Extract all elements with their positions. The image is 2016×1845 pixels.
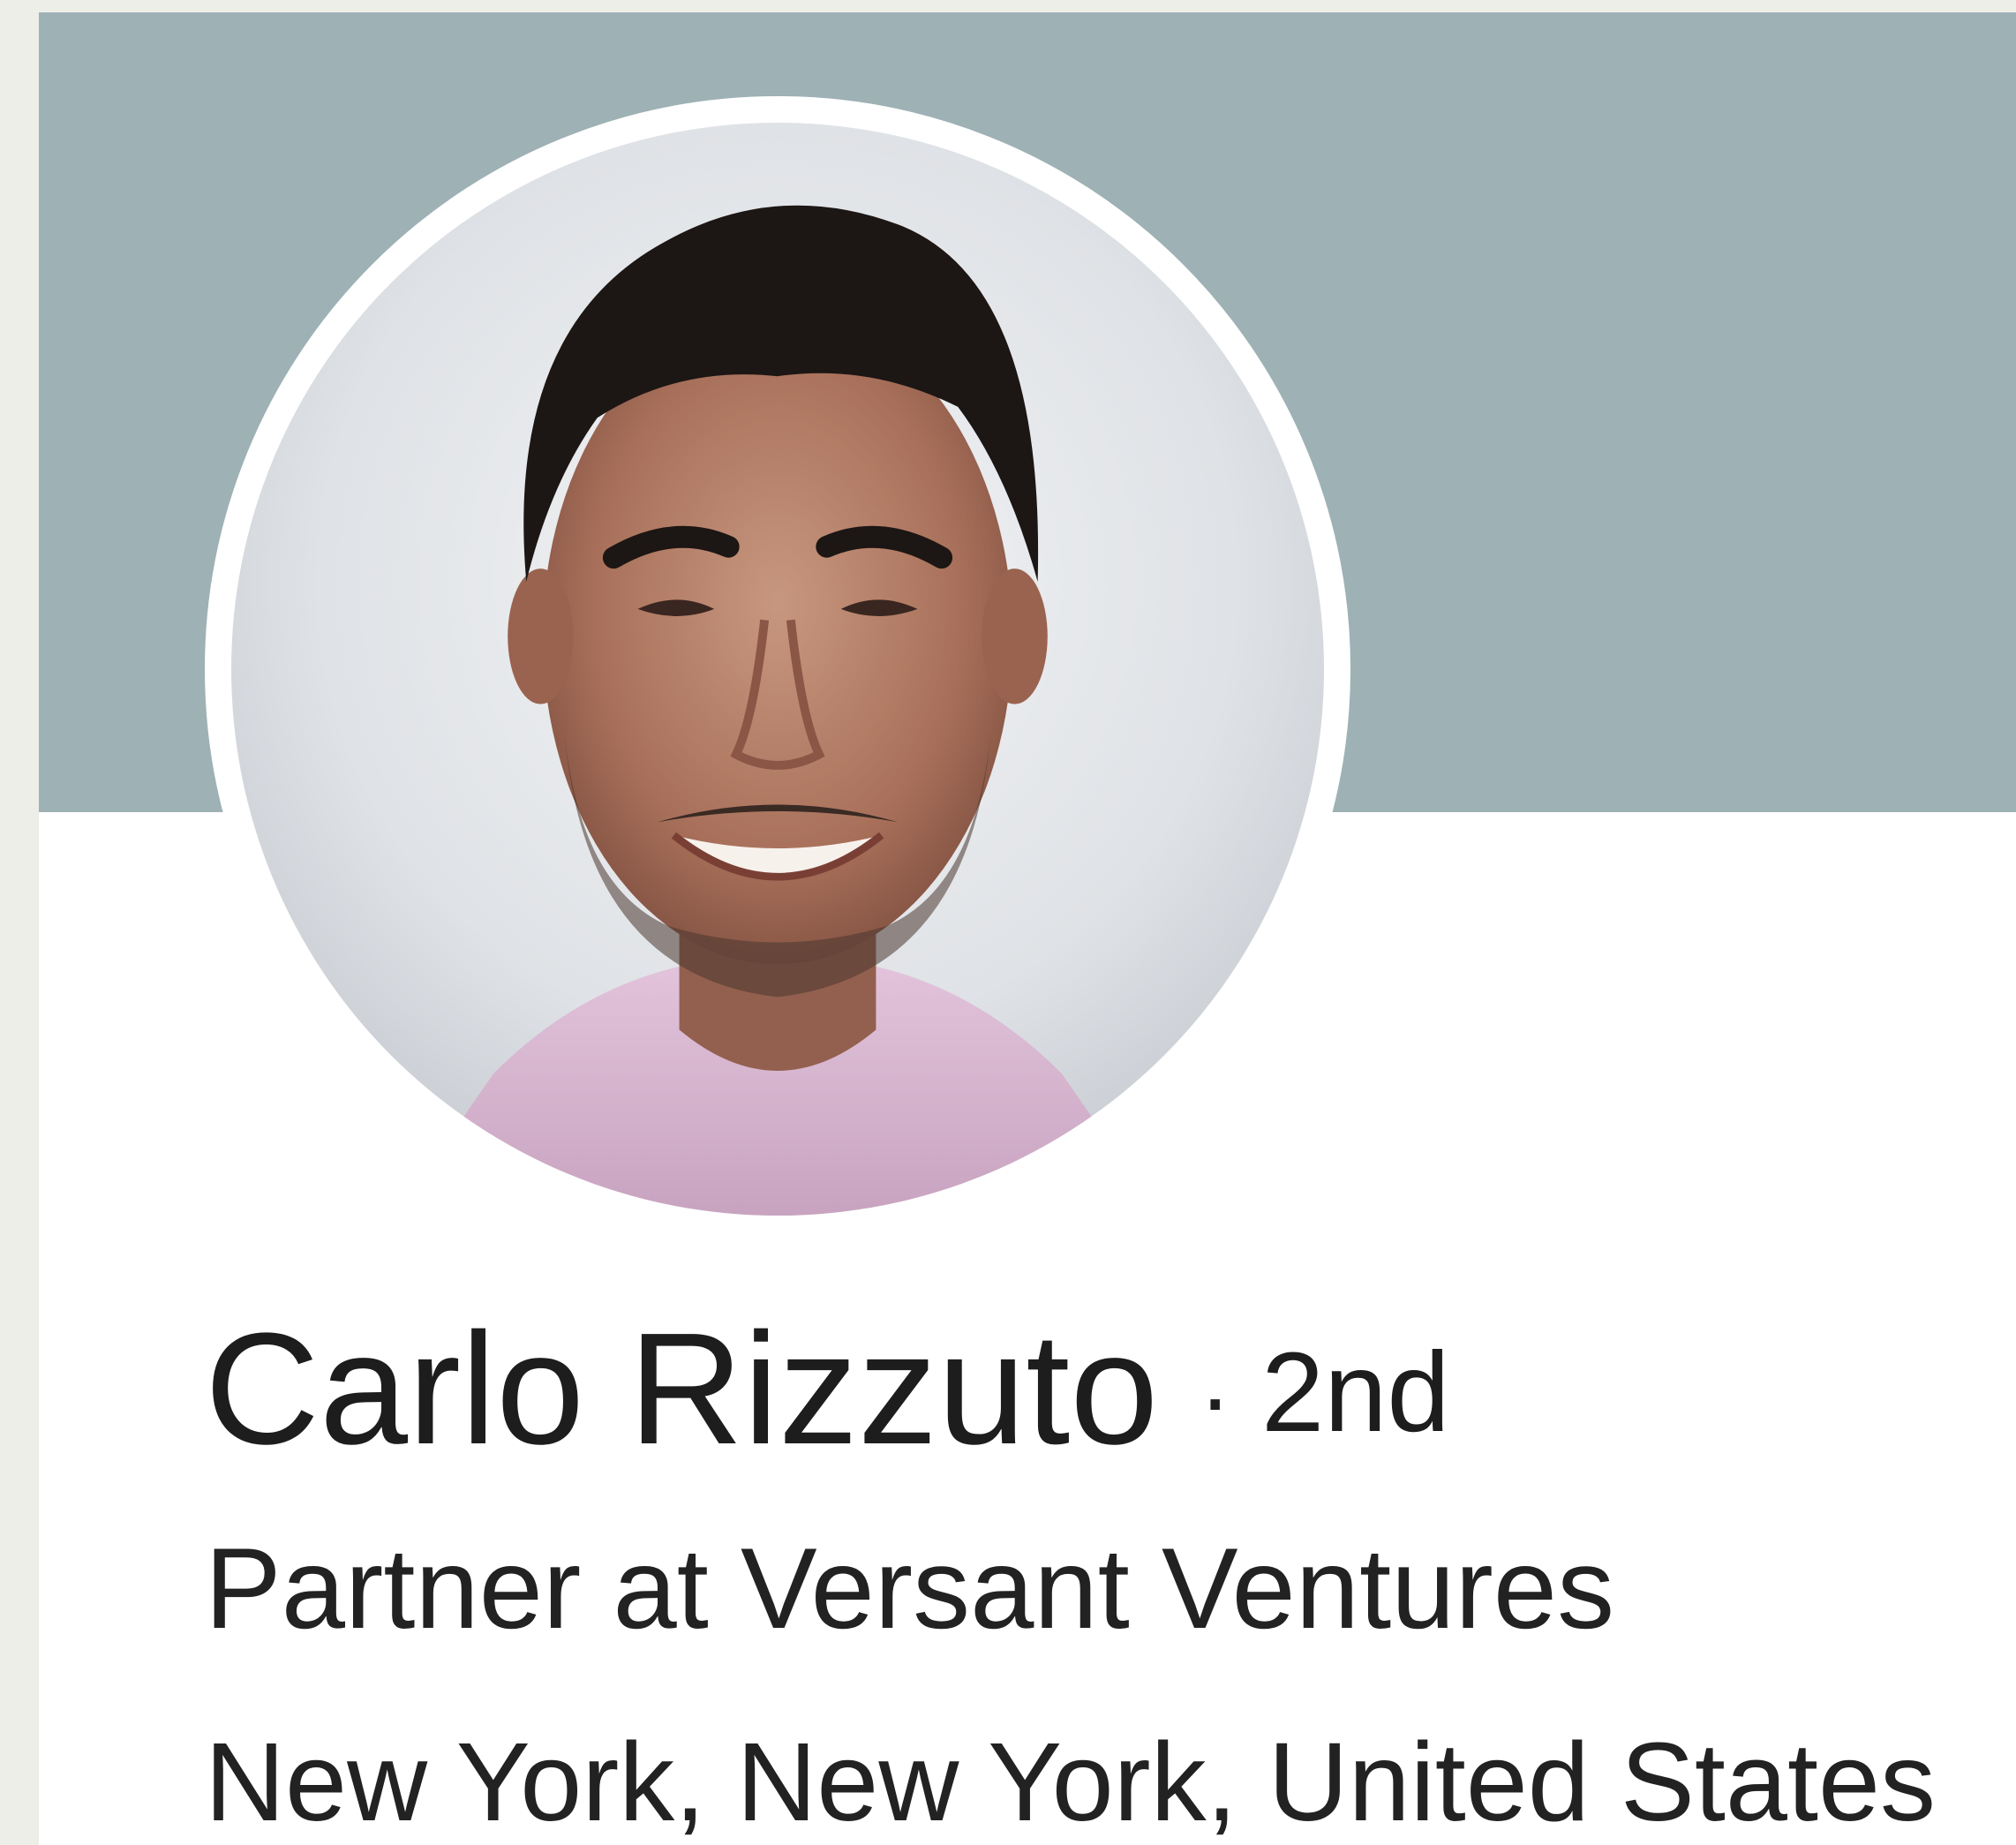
profile-name[interactable]: Carlo Rizzuto (205, 1300, 1158, 1478)
profile-name-line: Carlo Rizzuto · 2nd (205, 1301, 1450, 1487)
profile-avatar[interactable] (205, 96, 1350, 1242)
profile-location: New York, New York, United States (205, 1720, 1937, 1844)
profile-headline: Partner at Versant Ventures (205, 1524, 1615, 1653)
name-separator: · (1199, 1344, 1231, 1452)
profile-card: Carlo Rizzuto · 2nd Partner at Versant Ven… (39, 12, 2016, 1845)
profile-photo (231, 123, 1324, 1216)
connection-degree-badge: 2nd (1261, 1329, 1450, 1456)
page-background: Carlo Rizzuto · 2nd Partner at Versant Ven… (0, 0, 2016, 1845)
